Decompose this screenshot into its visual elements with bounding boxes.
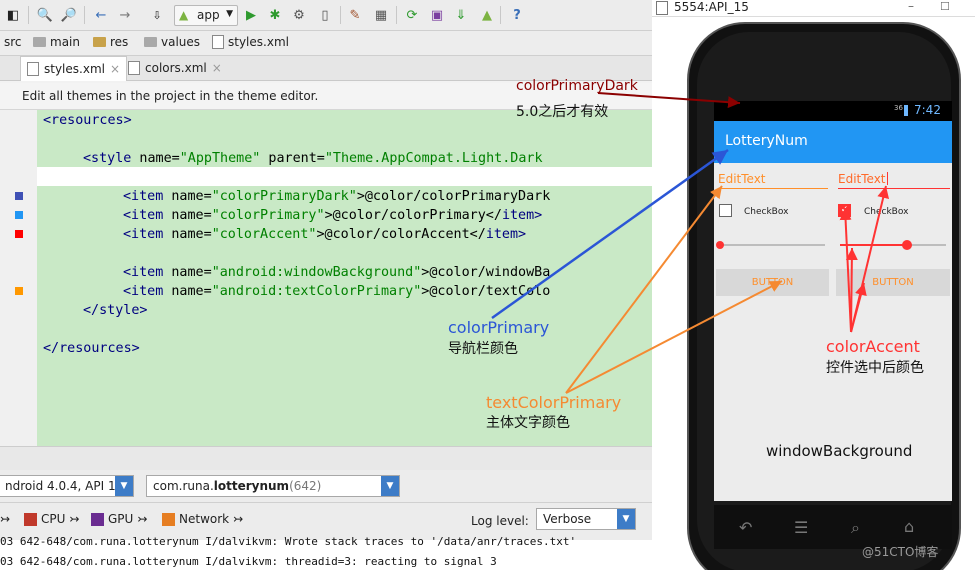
annotation-primary-dark-desc: 5.0之后才有效 — [516, 104, 609, 120]
annotation-primary-title: colorPrimary — [448, 318, 550, 337]
arrow-accent-3 — [845, 247, 858, 333]
annotation-accent-title: colorAccent — [826, 337, 920, 356]
arrow-accent-1 — [839, 207, 852, 333]
annotation-accent-desc: 控件选中后颜色 — [826, 360, 924, 376]
annotation-text-primary-title: textColorPrimary — [486, 393, 622, 412]
arrow-text-primary-1 — [565, 185, 723, 394]
arrow-accent-4 — [850, 282, 867, 333]
arrow-text-primary-2 — [565, 280, 783, 394]
annotation-arrows — [491, 92, 890, 394]
arrow-primary-dark — [597, 92, 741, 109]
arrow-primary — [491, 148, 729, 320]
annotation-text-primary-desc: 主体文字颜色 — [486, 415, 570, 431]
annotation-primary-dark-title: colorPrimaryDark — [516, 78, 638, 94]
annotation-primary-desc: 导航栏颜色 — [448, 341, 518, 357]
